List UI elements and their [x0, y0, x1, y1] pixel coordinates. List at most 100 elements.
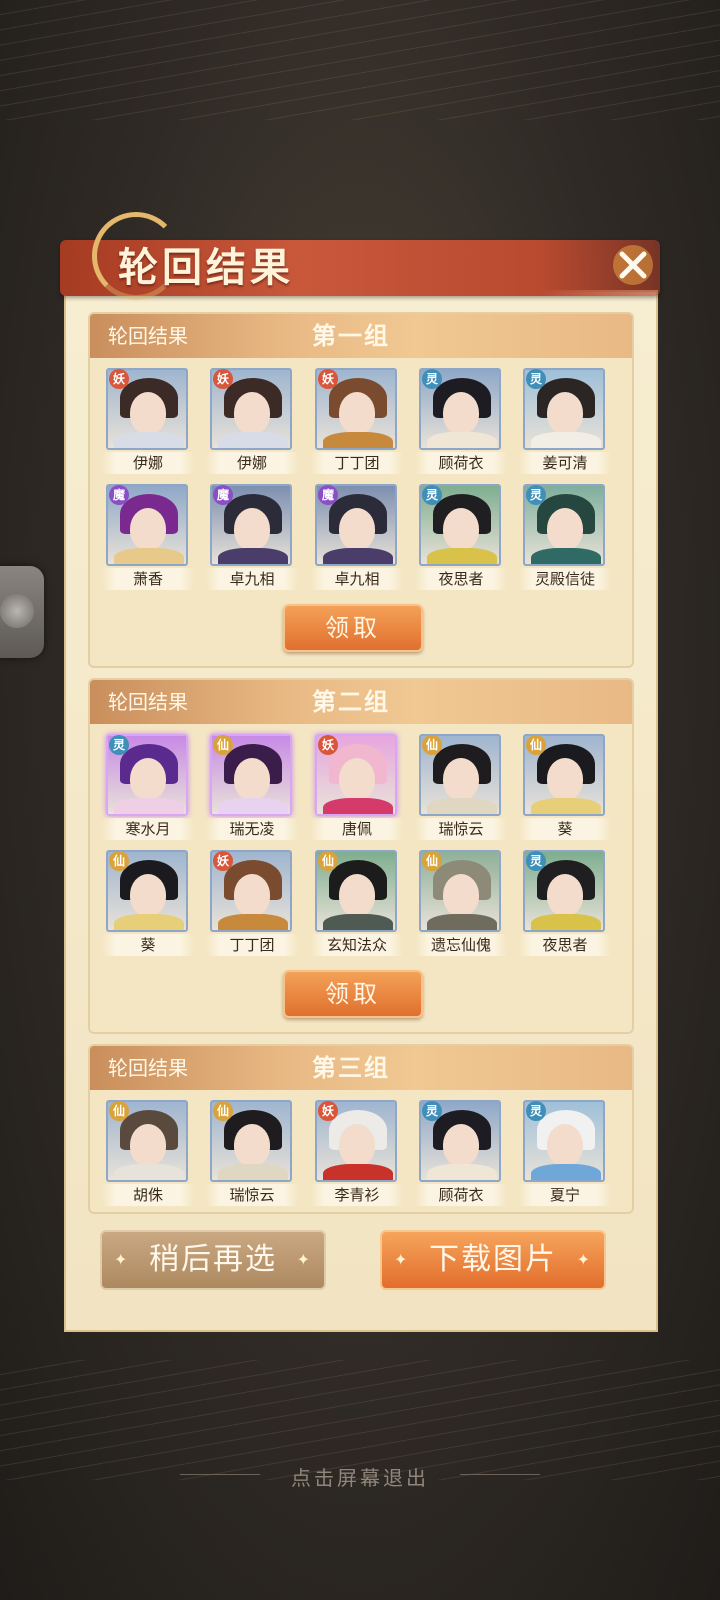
- portrait-clothing: [114, 914, 184, 930]
- faction-badge: 仙: [422, 851, 442, 871]
- portrait-clothing: [531, 548, 601, 564]
- portrait-clothing: [427, 914, 497, 930]
- portrait-face: [547, 874, 583, 916]
- character-name: 玄知法众: [311, 934, 403, 956]
- sparkle-icon: ✦: [394, 1250, 410, 1269]
- character-name: 寒水月: [102, 818, 194, 840]
- portrait-clothing: [427, 548, 497, 564]
- sparkle-icon: ✦: [296, 1250, 312, 1269]
- character-name: 顾荷衣: [415, 1184, 507, 1206]
- character-card[interactable]: 仙瑞惊云: [415, 734, 507, 840]
- character-card[interactable]: 灵夜思者: [519, 850, 611, 956]
- character-card[interactable]: 仙瑞惊云: [206, 1100, 298, 1206]
- character-card[interactable]: 仙玄知法众: [311, 850, 403, 956]
- character-card[interactable]: 妖唐佩: [311, 734, 403, 840]
- character-name: 灵殿信徒: [519, 568, 611, 590]
- faction-badge: 魔: [318, 485, 338, 505]
- exit-hint[interactable]: 点击屏幕退出: [0, 1462, 720, 1491]
- faction-badge: 灵: [422, 1101, 442, 1121]
- character-card[interactable]: 妖李青衫: [311, 1100, 403, 1206]
- faction-badge: 妖: [318, 369, 338, 389]
- character-name: 伊娜: [206, 452, 298, 474]
- character-name: 李青衫: [311, 1184, 403, 1206]
- faction-badge: 妖: [318, 735, 338, 755]
- portrait-face: [234, 1124, 270, 1166]
- group-name: 第三组: [312, 1053, 390, 1082]
- faction-badge: 灵: [422, 485, 442, 505]
- character-card[interactable]: 妖丁丁团: [311, 368, 403, 474]
- close-button[interactable]: [608, 240, 658, 290]
- portrait-face: [130, 874, 166, 916]
- portrait-face: [339, 392, 375, 434]
- character-card[interactable]: 灵姜可清: [519, 368, 611, 474]
- portrait-face: [234, 874, 270, 916]
- character-card[interactable]: 仙胡侏: [102, 1100, 194, 1206]
- character-card[interactable]: 魔萧香: [102, 484, 194, 590]
- portrait-face: [234, 392, 270, 434]
- claim-button[interactable]: 领取: [283, 970, 423, 1018]
- character-name: 顾荷衣: [415, 452, 507, 474]
- character-name: 胡侏: [102, 1184, 194, 1206]
- character-card[interactable]: 灵夏宁: [519, 1100, 611, 1206]
- portrait-clothing: [531, 798, 601, 814]
- character-card[interactable]: 灵夜思者: [415, 484, 507, 590]
- portrait-clothing: [531, 914, 601, 930]
- character-card[interactable]: 仙瑞无凌: [206, 734, 298, 840]
- group-header-label: 轮回结果: [108, 690, 188, 714]
- faction-badge: 妖: [318, 1101, 338, 1121]
- portrait-face: [443, 392, 479, 434]
- character-card[interactable]: 灵顾荷衣: [415, 368, 507, 474]
- character-card[interactable]: 妖丁丁团: [206, 850, 298, 956]
- portrait-face: [547, 1124, 583, 1166]
- portrait-face: [547, 758, 583, 800]
- portrait-face: [339, 1124, 375, 1166]
- choose-later-button[interactable]: ✦ 稍后再选 ✦: [100, 1230, 326, 1290]
- group-header: 轮回结果 第一组: [90, 314, 632, 358]
- character-name: 夏宁: [519, 1184, 611, 1206]
- floating-side-button[interactable]: [0, 566, 44, 658]
- close-x-icon: [613, 245, 653, 285]
- portrait-clothing: [323, 548, 393, 564]
- character-card[interactable]: 灵灵殿信徒: [519, 484, 611, 590]
- portrait-face: [130, 758, 166, 800]
- download-image-button[interactable]: ✦ 下载图片 ✦: [380, 1230, 606, 1290]
- faction-badge: 仙: [213, 1101, 233, 1121]
- character-card[interactable]: 灵寒水月: [102, 734, 194, 840]
- portrait-clothing: [531, 1164, 601, 1180]
- faction-badge: 灵: [526, 369, 546, 389]
- faction-badge: 仙: [526, 735, 546, 755]
- portrait-clothing: [323, 1164, 393, 1180]
- character-card[interactable]: 灵顾荷衣: [415, 1100, 507, 1206]
- character-card[interactable]: 魔卓九相: [206, 484, 298, 590]
- faction-badge: 灵: [526, 485, 546, 505]
- dialog-title: 轮回结果: [118, 244, 294, 291]
- faction-badge: 妖: [213, 851, 233, 871]
- claim-button[interactable]: 领取: [283, 604, 423, 652]
- group-name: 第一组: [312, 321, 390, 350]
- character-name: 瑞惊云: [206, 1184, 298, 1206]
- portrait-clothing: [323, 914, 393, 930]
- character-card[interactable]: 妖伊娜: [102, 368, 194, 474]
- character-card[interactable]: 仙遗忘仙傀: [415, 850, 507, 956]
- portrait-face: [234, 508, 270, 550]
- character-name: 夜思者: [415, 568, 507, 590]
- character-card[interactable]: 魔卓九相: [311, 484, 403, 590]
- character-name: 瑞无凌: [206, 818, 298, 840]
- portrait-clothing: [427, 432, 497, 448]
- background-wave: [0, 0, 720, 120]
- character-name: 萧香: [102, 568, 194, 590]
- faction-badge: 灵: [526, 1101, 546, 1121]
- faction-badge: 仙: [109, 851, 129, 871]
- character-card[interactable]: 仙葵: [519, 734, 611, 840]
- character-card[interactable]: 仙葵: [102, 850, 194, 956]
- group-header: 轮回结果 第二组: [90, 680, 632, 724]
- portrait-face: [339, 758, 375, 800]
- portrait-face: [547, 392, 583, 434]
- character-name: 唐佩: [311, 818, 403, 840]
- character-name: 丁丁团: [311, 452, 403, 474]
- portrait-clothing: [114, 1164, 184, 1180]
- character-name: 夜思者: [519, 934, 611, 956]
- sparkle-icon: ✦: [576, 1250, 592, 1269]
- character-card[interactable]: 妖伊娜: [206, 368, 298, 474]
- floating-button-icon: [0, 594, 34, 628]
